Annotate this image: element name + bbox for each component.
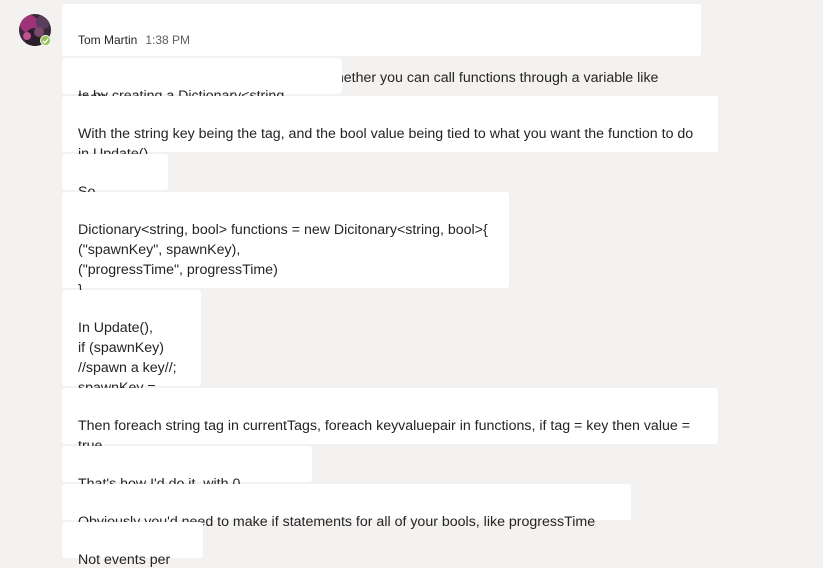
- presence-badge: [40, 35, 51, 46]
- message-text: With the string key being the tag, and t…: [78, 126, 694, 162]
- message-text: Not events per se: [78, 552, 171, 568]
- message-bubble: Not events per se: [62, 522, 203, 568]
- message-bubble: Then foreach string tag in currentTags, …: [62, 388, 718, 454]
- message-header: Tom Martin 1:38 PM: [78, 32, 685, 48]
- message-bubble: So: [62, 154, 168, 200]
- check-icon: [42, 38, 49, 44]
- message-bubble: Obviously you'd need to make if statemen…: [62, 484, 631, 550]
- message-bubble: Dictionary<string, bool> functions = new…: [62, 192, 509, 298]
- timestamp: 1:38 PM: [145, 33, 191, 47]
- author-name[interactable]: Tom Martin: [78, 33, 137, 47]
- message-bubble: Is by creating a Dictionary<string, bool…: [62, 58, 342, 124]
- message-bubble: With the string key being the tag, and t…: [62, 96, 718, 162]
- message-bubble: In Update(), if (spawnKey) //spawn a key…: [62, 290, 201, 416]
- message-bubble: Tom Martin1:38 PM Another way to approac…: [62, 4, 701, 106]
- message-bubble: That's how I'd do it, with 0 research: [62, 446, 312, 512]
- chat-thread: Tom Martin1:38 PM Another way to approac…: [0, 0, 823, 568]
- avatar[interactable]: [19, 14, 51, 46]
- message-text: Dictionary<string, bool> functions = new…: [78, 222, 488, 298]
